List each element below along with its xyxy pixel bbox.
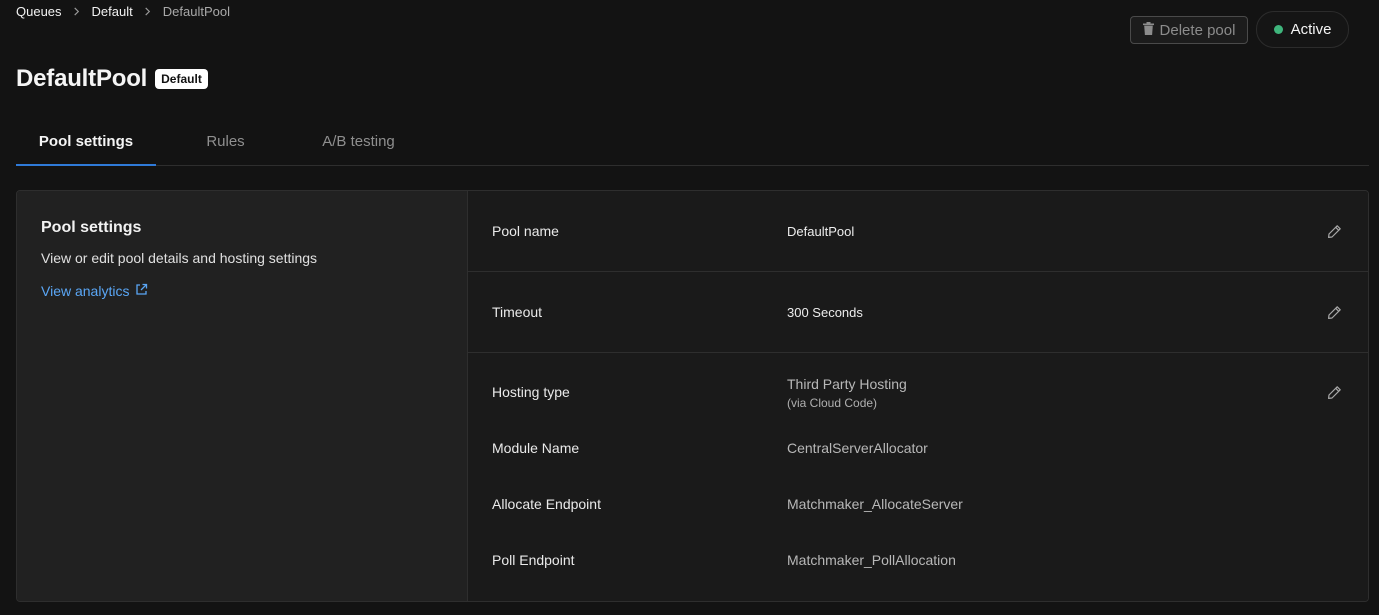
hosting-section: Hosting type Third Party Hosting (via Cl… — [468, 353, 1368, 601]
trash-icon — [1142, 21, 1154, 39]
allocate-endpoint-label: Allocate Endpoint — [492, 496, 601, 512]
module-name-label: Module Name — [492, 440, 580, 456]
pool-settings-card: Pool settings View or edit pool details … — [16, 190, 1369, 602]
pool-name-row: Pool name DefaultPool — [468, 191, 1368, 272]
chevron-right-icon — [62, 6, 92, 16]
title-row: DefaultPool Default — [16, 63, 208, 95]
tab-rules[interactable]: Rules — [156, 118, 295, 165]
view-analytics-link[interactable]: View analytics — [41, 283, 148, 299]
delete-pool-label: Delete pool — [1159, 21, 1236, 39]
status-label: Active — [1290, 21, 1332, 38]
status-dot-icon — [1273, 25, 1283, 34]
poll-endpoint-value: Matchmaker_PollAllocation — [787, 552, 956, 568]
tab-ab-testing[interactable]: A/B testing — [295, 118, 422, 165]
hosting-type-label: Hosting type — [492, 384, 570, 400]
timeout-label: Timeout — [492, 304, 543, 320]
edit-pool-name-button[interactable] — [1325, 222, 1343, 240]
breadcrumb-current: DefaultPool — [162, 3, 230, 19]
hosting-type-subtext: (via Cloud Code) — [787, 396, 878, 410]
breadcrumb-default[interactable]: Default — [92, 4, 133, 19]
settings-list: Pool name DefaultPool Timeout 300 Second… — [468, 191, 1368, 601]
pencil-icon — [1327, 385, 1341, 399]
breadcrumb: Queues Default DefaultPool — [16, 3, 230, 19]
breadcrumb-queues[interactable]: Queues — [16, 4, 62, 19]
pencil-icon — [1327, 224, 1341, 238]
pencil-icon — [1327, 305, 1341, 319]
status-toggle[interactable]: Active — [1256, 11, 1349, 48]
pool-name-value: DefaultPool — [787, 224, 855, 239]
timeout-row: Timeout 300 Seconds — [468, 272, 1368, 353]
default-badge: Default — [155, 69, 208, 89]
settings-info-panel: Pool settings View or edit pool details … — [17, 191, 468, 601]
external-link-icon — [135, 283, 148, 299]
page-title: DefaultPool — [16, 65, 148, 92]
hosting-type-value: Third Party Hosting — [787, 376, 907, 392]
tab-bar: Pool settings Rules A/B testing — [16, 118, 1369, 166]
module-name-value: CentralServerAllocator — [787, 440, 928, 456]
edit-timeout-button[interactable] — [1325, 303, 1343, 321]
tab-pool-settings[interactable]: Pool settings — [16, 118, 156, 166]
pool-name-label: Pool name — [492, 223, 559, 239]
view-analytics-label: View analytics — [41, 283, 130, 299]
edit-hosting-button[interactable] — [1325, 383, 1343, 401]
poll-endpoint-label: Poll Endpoint — [492, 552, 575, 568]
delete-pool-button[interactable]: Delete pool — [1130, 16, 1248, 44]
pool-settings-page: Queues Default DefaultPool Delete pool A… — [0, 0, 1379, 615]
allocate-endpoint-value: Matchmaker_AllocateServer — [787, 496, 963, 512]
timeout-value: 300 Seconds — [787, 305, 863, 320]
section-title: Pool settings — [41, 219, 142, 236]
chevron-right-icon — [133, 6, 163, 16]
section-description: View or edit pool details and hosting se… — [41, 250, 318, 266]
